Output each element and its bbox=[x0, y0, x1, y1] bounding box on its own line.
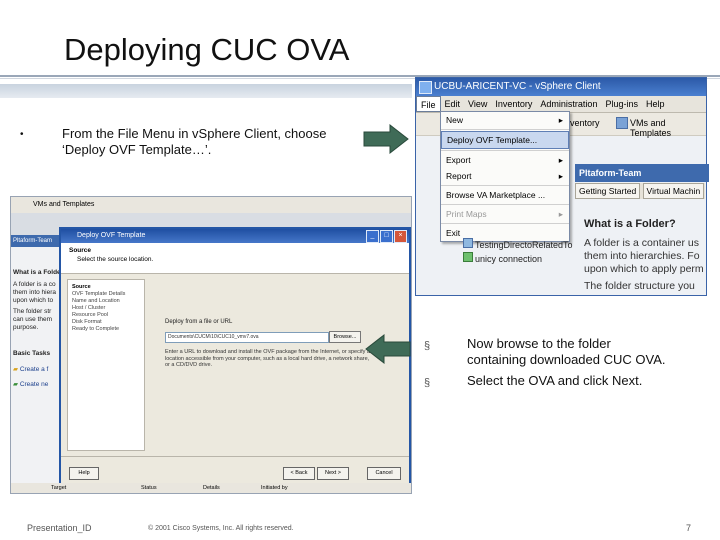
menu-administration[interactable]: Administration bbox=[536, 96, 601, 112]
next-button[interactable]: Next > bbox=[317, 467, 349, 480]
menu-file[interactable]: File bbox=[416, 96, 441, 112]
column-initiated-by: Initiated by bbox=[261, 485, 288, 491]
slide-title: Deploying CUC OVA bbox=[64, 32, 350, 67]
dialog-step-subtitle: Select the source location. bbox=[77, 256, 154, 263]
bullet-1-mark: • bbox=[20, 129, 24, 140]
tree-item-unicy[interactable]: unicy connection bbox=[463, 252, 542, 264]
minimize-icon[interactable]: _ bbox=[366, 230, 379, 243]
folder-help-line: them into hierarchies. Fo bbox=[584, 250, 700, 262]
host-side-heading: What is a Folde bbox=[13, 269, 61, 276]
dialog-header: Source Select the source location. bbox=[61, 243, 409, 274]
file-menu-export[interactable]: Export ▸ bbox=[441, 152, 569, 168]
recent-tasks-bar: Target Status Details Initiated by bbox=[11, 483, 411, 493]
wizard-steps-list: Source OVF Template Details Name and Loc… bbox=[67, 279, 145, 451]
vm-icon bbox=[463, 238, 473, 248]
browse-button[interactable]: Browse... bbox=[329, 331, 361, 343]
host-side-header: Pltaform-Team bbox=[11, 235, 65, 247]
menu-separator bbox=[441, 223, 569, 224]
bullet-2-line-1: Now browse to the folder bbox=[467, 336, 611, 351]
menu-plugins[interactable]: Plug-ins bbox=[601, 96, 642, 112]
menu-separator bbox=[441, 129, 569, 130]
close-icon[interactable]: × bbox=[394, 230, 407, 243]
right-arrow-icon bbox=[363, 124, 409, 154]
file-menu-dropdown: New ▸ Deploy OVF Template... Export ▸ Repo… bbox=[440, 111, 570, 242]
wizard-step[interactable]: Host / Cluster bbox=[68, 305, 144, 312]
vsphere-window-title: UCBU-ARICENT-VC - vSphere Client bbox=[434, 81, 601, 92]
left-arrow-icon bbox=[365, 334, 411, 364]
file-menu-print-maps[interactable]: Print Maps ▸ bbox=[441, 206, 569, 222]
wizard-step[interactable]: Resource Pool bbox=[68, 312, 144, 319]
submenu-arrow-icon: ▸ bbox=[558, 171, 563, 181]
deploy-prompt: Deploy from a file or URL bbox=[165, 319, 233, 325]
window-controls: _ □ × bbox=[366, 230, 407, 243]
host-side-text: A folder is a co them into hiera upon wh… bbox=[13, 281, 56, 331]
file-menu-report[interactable]: Report ▸ bbox=[441, 168, 569, 184]
file-menu-deploy-ovf[interactable]: Deploy OVF Template... bbox=[441, 131, 569, 149]
decorative-band bbox=[0, 84, 412, 98]
folder-help-heading: What is a Folder? bbox=[584, 218, 676, 230]
menu-view[interactable]: View bbox=[464, 96, 491, 112]
tab-virtual-machines[interactable]: Virtual Machin bbox=[642, 183, 705, 199]
footer-presentation-id: Presentation_ID bbox=[27, 523, 92, 533]
folder-help-line: upon which to apply perm bbox=[584, 263, 704, 275]
folder-help-text: A folder is a container us them into hie… bbox=[584, 237, 709, 293]
tab-getting-started[interactable]: Getting Started bbox=[575, 183, 641, 199]
task-create-folder[interactable]: ▰ Create a f bbox=[13, 365, 48, 373]
deploy-ovf-screenshot: VMs and Templates Pltaform-Team What is … bbox=[10, 196, 412, 494]
tree-item-testing[interactable]: TestingDirectoRelatedTo bbox=[463, 238, 573, 250]
folder-icon: ▰ bbox=[13, 366, 18, 373]
wizard-step[interactable]: OVF Template Details bbox=[68, 291, 144, 298]
wizard-step[interactable]: Disk Format bbox=[68, 319, 144, 326]
column-details: Details bbox=[203, 485, 220, 491]
file-menu-new[interactable]: New ▸ bbox=[441, 112, 569, 128]
ova-path-input[interactable]: Documents\CUCM\10\CUC10_vmv7.ova bbox=[165, 332, 329, 343]
back-button[interactable]: < Back bbox=[283, 467, 315, 480]
toolbar-vms-link[interactable]: VMs and Templates bbox=[630, 118, 706, 138]
menu-inventory[interactable]: Inventory bbox=[491, 96, 536, 112]
vsphere-app-icon bbox=[419, 81, 432, 94]
footer-page-number: 7 bbox=[686, 523, 692, 533]
column-status: Status bbox=[141, 485, 157, 491]
host-toolbar: VMs and Templates bbox=[11, 197, 411, 213]
menu-separator bbox=[441, 150, 569, 151]
submenu-arrow-icon: ▸ bbox=[558, 209, 563, 219]
dialog-title-bar: Deploy OVF Template _ □ × bbox=[61, 229, 409, 243]
bullet-2-line-2: containing downloaded CUC OVA. bbox=[467, 352, 666, 367]
wizard-step[interactable]: Name and Location bbox=[68, 298, 144, 305]
toolbar-inventory-link[interactable]: ventory bbox=[570, 118, 600, 128]
bullet-2-mark: § bbox=[424, 340, 431, 352]
footer-copyright: © 2001 Cisco Systems, Inc. All rights re… bbox=[148, 525, 294, 532]
pane-tabs: Getting Started Virtual Machin bbox=[575, 183, 705, 199]
folder-help-line: A folder is a container us bbox=[584, 237, 699, 249]
deploy-ovf-dialog: Deploy OVF Template _ □ × Source Select … bbox=[59, 227, 411, 489]
vsphere-title-bar: UCBU-ARICENT-VC - vSphere Client bbox=[416, 78, 706, 96]
folder-help-line: The folder structure you bbox=[584, 280, 695, 292]
bullet-1-line-1: From the File Menu in vSphere Client, ch… bbox=[62, 126, 327, 141]
submenu-arrow-icon: ▸ bbox=[558, 155, 563, 165]
dialog-step-title: Source bbox=[69, 247, 92, 254]
inventory-pane-header: Pltaform-Team bbox=[575, 164, 709, 182]
vm-template-icon bbox=[616, 117, 628, 129]
vm-icon bbox=[463, 252, 473, 262]
bullet-1-line-2: ‘Deploy OVF Template…’. bbox=[62, 142, 212, 157]
vm-icon: ▰ bbox=[13, 381, 18, 388]
dialog-title: Deploy OVF Template bbox=[77, 232, 146, 239]
menu-separator bbox=[441, 185, 569, 186]
basic-tasks-heading: Basic Tasks bbox=[13, 350, 51, 357]
menu-help[interactable]: Help bbox=[642, 96, 669, 112]
file-menu-browse-marketplace[interactable]: Browse VA Marketplace ... bbox=[441, 187, 569, 203]
help-button[interactable]: Help bbox=[69, 467, 99, 480]
task-create-new[interactable]: ▰ Create ne bbox=[13, 380, 48, 388]
deploy-description: Enter a URL to download and install the … bbox=[165, 349, 370, 368]
cancel-button[interactable]: Cancel bbox=[367, 467, 401, 480]
submenu-arrow-icon: ▸ bbox=[558, 115, 563, 125]
menu-separator bbox=[441, 204, 569, 205]
wizard-step[interactable]: Ready to Complete bbox=[68, 326, 144, 333]
maximize-icon[interactable]: □ bbox=[380, 230, 393, 243]
bullet-3-line-1: Select the OVA and click Next. bbox=[467, 373, 643, 388]
column-target: Target bbox=[51, 485, 67, 491]
wizard-step-source[interactable]: Source bbox=[68, 284, 144, 291]
menu-edit[interactable]: Edit bbox=[441, 96, 465, 112]
bullet-3-mark: § bbox=[424, 377, 431, 389]
